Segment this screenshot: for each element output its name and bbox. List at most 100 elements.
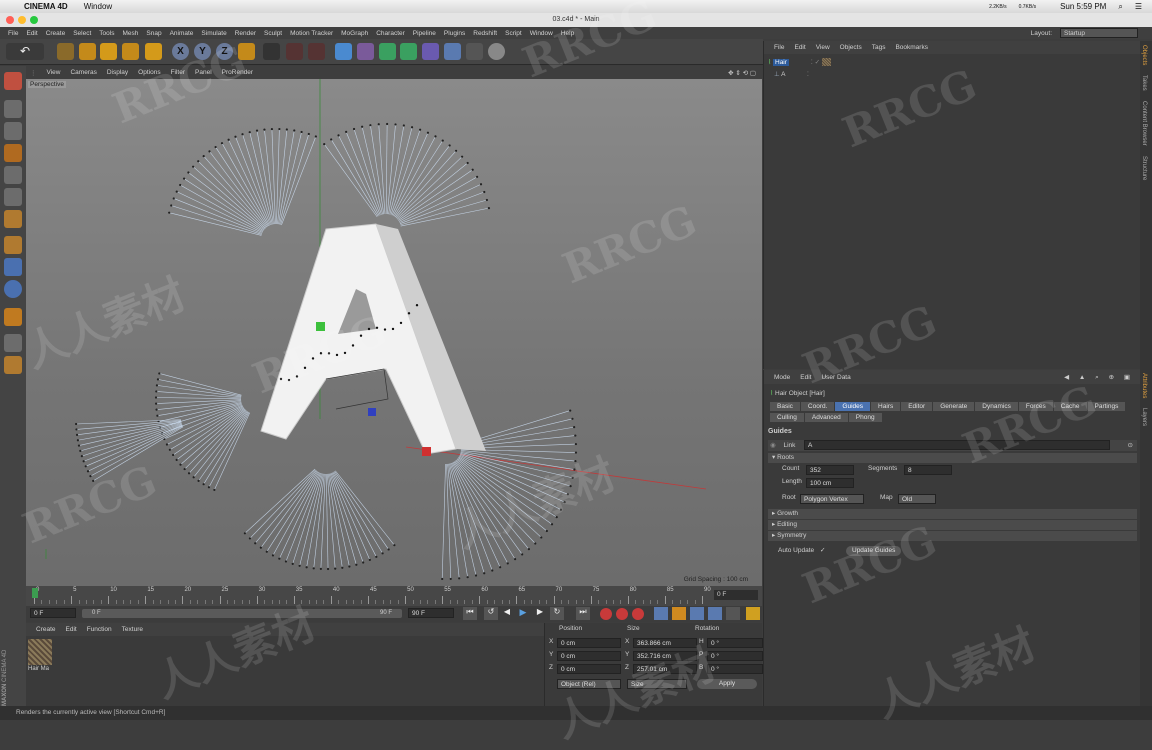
render-picture-icon[interactable]	[286, 43, 303, 60]
tab-guides[interactable]: Guides	[835, 402, 871, 411]
right-tab-content-browser[interactable]: Content Browser	[1141, 101, 1147, 146]
tab-culling[interactable]: Culling	[770, 413, 804, 422]
attr-menu-edit[interactable]: Edit	[800, 374, 811, 381]
menu-character[interactable]: Character	[376, 30, 405, 37]
menu-pipeline[interactable]: Pipeline	[413, 30, 436, 37]
viewport-menu-prorender[interactable]: ProRender	[222, 69, 253, 76]
right-tab-takes[interactable]: Takes	[1141, 75, 1147, 91]
menu-help[interactable]: Help	[561, 30, 574, 37]
viewport-menu-cameras[interactable]: Cameras	[70, 69, 96, 76]
right-tab-layers[interactable]: Layers	[1141, 408, 1147, 426]
magnet-icon[interactable]	[4, 308, 22, 326]
prev-key-icon[interactable]: ↺	[484, 607, 498, 620]
tab-editor[interactable]: Editor	[901, 402, 933, 411]
playhead[interactable]	[32, 588, 38, 598]
snap-icon[interactable]	[4, 280, 22, 298]
right-tab-attributes[interactable]: Attributes	[1141, 373, 1147, 398]
make-editable-icon[interactable]	[4, 72, 22, 90]
light-icon[interactable]	[488, 43, 505, 60]
z-axis-icon[interactable]: Z	[216, 43, 233, 60]
menu-animate[interactable]: Animate	[170, 30, 194, 37]
menu-redshift[interactable]: Redshift	[473, 30, 497, 37]
update-guides-button[interactable]: Update Guides	[846, 546, 902, 556]
min-dot[interactable]	[18, 16, 26, 24]
menu-file[interactable]: File	[8, 30, 18, 37]
menu-mesh[interactable]: Mesh	[122, 30, 138, 37]
autokey-icon[interactable]	[616, 608, 628, 620]
viewport-nav-icons[interactable]: ✥ ⇕ ⟲ ▢	[728, 69, 756, 77]
tab-phong[interactable]: Phong	[848, 413, 882, 422]
app-name[interactable]: CINEMA 4D	[24, 2, 68, 11]
points-mode-icon[interactable]	[4, 166, 22, 184]
material-menu-function[interactable]: Function	[87, 626, 112, 633]
menu-mograph[interactable]: MoGraph	[341, 30, 368, 37]
search-icon[interactable]: ⌕	[1118, 2, 1122, 12]
menu-simulate[interactable]: Simulate	[201, 30, 226, 37]
menu-sculpt[interactable]: Sculpt	[264, 30, 282, 37]
scale-tool-icon[interactable]	[100, 43, 117, 60]
tab-hairs[interactable]: Hairs	[871, 402, 901, 411]
coord-mode-select[interactable]: Object (Rel)	[557, 679, 621, 689]
object-menu-objects[interactable]: Objects	[840, 44, 862, 51]
coord-system-icon[interactable]	[238, 43, 255, 60]
visibility-dots-a[interactable]: ⁚	[807, 71, 809, 78]
link-field[interactable]: A	[804, 440, 1110, 450]
y-axis-icon[interactable]: Y	[194, 43, 211, 60]
axis-mode-icon[interactable]	[4, 236, 22, 254]
pen-icon[interactable]	[357, 43, 374, 60]
goto-start-icon[interactable]: ⏮	[463, 607, 477, 620]
next-key-icon[interactable]: ↻	[550, 607, 564, 620]
menu-edit[interactable]: Edit	[26, 30, 37, 37]
coord-size-select[interactable]: Size	[627, 679, 687, 689]
viewport-menu-filter[interactable]: Filter	[171, 69, 185, 76]
coord-position-field[interactable]: 0 cm	[557, 664, 621, 674]
camera-icon[interactable]	[466, 43, 483, 60]
tab-generate[interactable]: Generate	[933, 402, 975, 411]
deformer-icon[interactable]	[422, 43, 439, 60]
select-tool-icon[interactable]	[57, 43, 74, 60]
object-menu-file[interactable]: File	[774, 44, 784, 51]
cloner-icon[interactable]	[400, 43, 417, 60]
param-key-icon[interactable]	[708, 607, 722, 620]
editing-section[interactable]: ▸ Editing	[768, 520, 1137, 530]
coord-rotation-field[interactable]: 0 °	[707, 664, 763, 674]
tab-dynamics[interactable]: Dynamics	[975, 402, 1018, 411]
menu-plugins[interactable]: Plugins	[444, 30, 465, 37]
coord-position-field[interactable]: 0 cm	[557, 651, 621, 661]
close-dot[interactable]	[6, 16, 14, 24]
prev-frame-icon[interactable]: ◀	[501, 607, 513, 620]
viewport-menu-options[interactable]: Options	[138, 69, 160, 76]
map-select[interactable]: Old	[898, 494, 936, 504]
tweak-mode-icon[interactable]	[4, 258, 22, 276]
undo-button[interactable]: ↶	[6, 43, 44, 60]
x-axis-icon[interactable]: X	[172, 43, 189, 60]
menu-icon[interactable]: ☰	[1135, 2, 1142, 11]
object-row-hair[interactable]: ⌇ Hair ⁚ ✓	[768, 58, 1128, 69]
visibility-dots[interactable]: ⁚ ✓	[811, 59, 820, 66]
object-menu-view[interactable]: View	[816, 44, 830, 51]
material-swatch[interactable]: Hair Ma	[28, 639, 52, 675]
next-frame-icon[interactable]: ▶	[534, 607, 546, 620]
menu-snap[interactable]: Snap	[146, 30, 161, 37]
subdivision-icon[interactable]	[379, 43, 396, 60]
move-key-icon[interactable]	[654, 607, 668, 620]
model-mode-icon[interactable]	[4, 100, 22, 118]
max-dot[interactable]	[30, 16, 38, 24]
timeline-menu-icon[interactable]	[746, 607, 760, 620]
record-icon[interactable]	[600, 608, 612, 620]
count-field[interactable]: 352	[806, 465, 854, 475]
material-menu-texture[interactable]: Texture	[122, 626, 143, 633]
edges-mode-icon[interactable]	[4, 188, 22, 206]
tab-basic[interactable]: Basic	[770, 402, 800, 411]
auto-update-checkbox[interactable]: ✓	[820, 547, 825, 554]
hair-material-tag-icon[interactable]	[821, 58, 831, 67]
hair-tool-icon[interactable]	[4, 356, 22, 374]
layout-select[interactable]: Startup	[1060, 28, 1138, 38]
render-settings-icon[interactable]	[308, 43, 325, 60]
symmetry-section[interactable]: ▸ Symmetry	[768, 531, 1137, 541]
coord-rotation-field[interactable]: 0 °	[707, 651, 763, 661]
segments-field[interactable]: 8	[904, 465, 952, 475]
grid-icon[interactable]	[4, 334, 22, 352]
menu-select[interactable]: Select	[73, 30, 91, 37]
growth-section[interactable]: ▸ Growth	[768, 509, 1137, 519]
